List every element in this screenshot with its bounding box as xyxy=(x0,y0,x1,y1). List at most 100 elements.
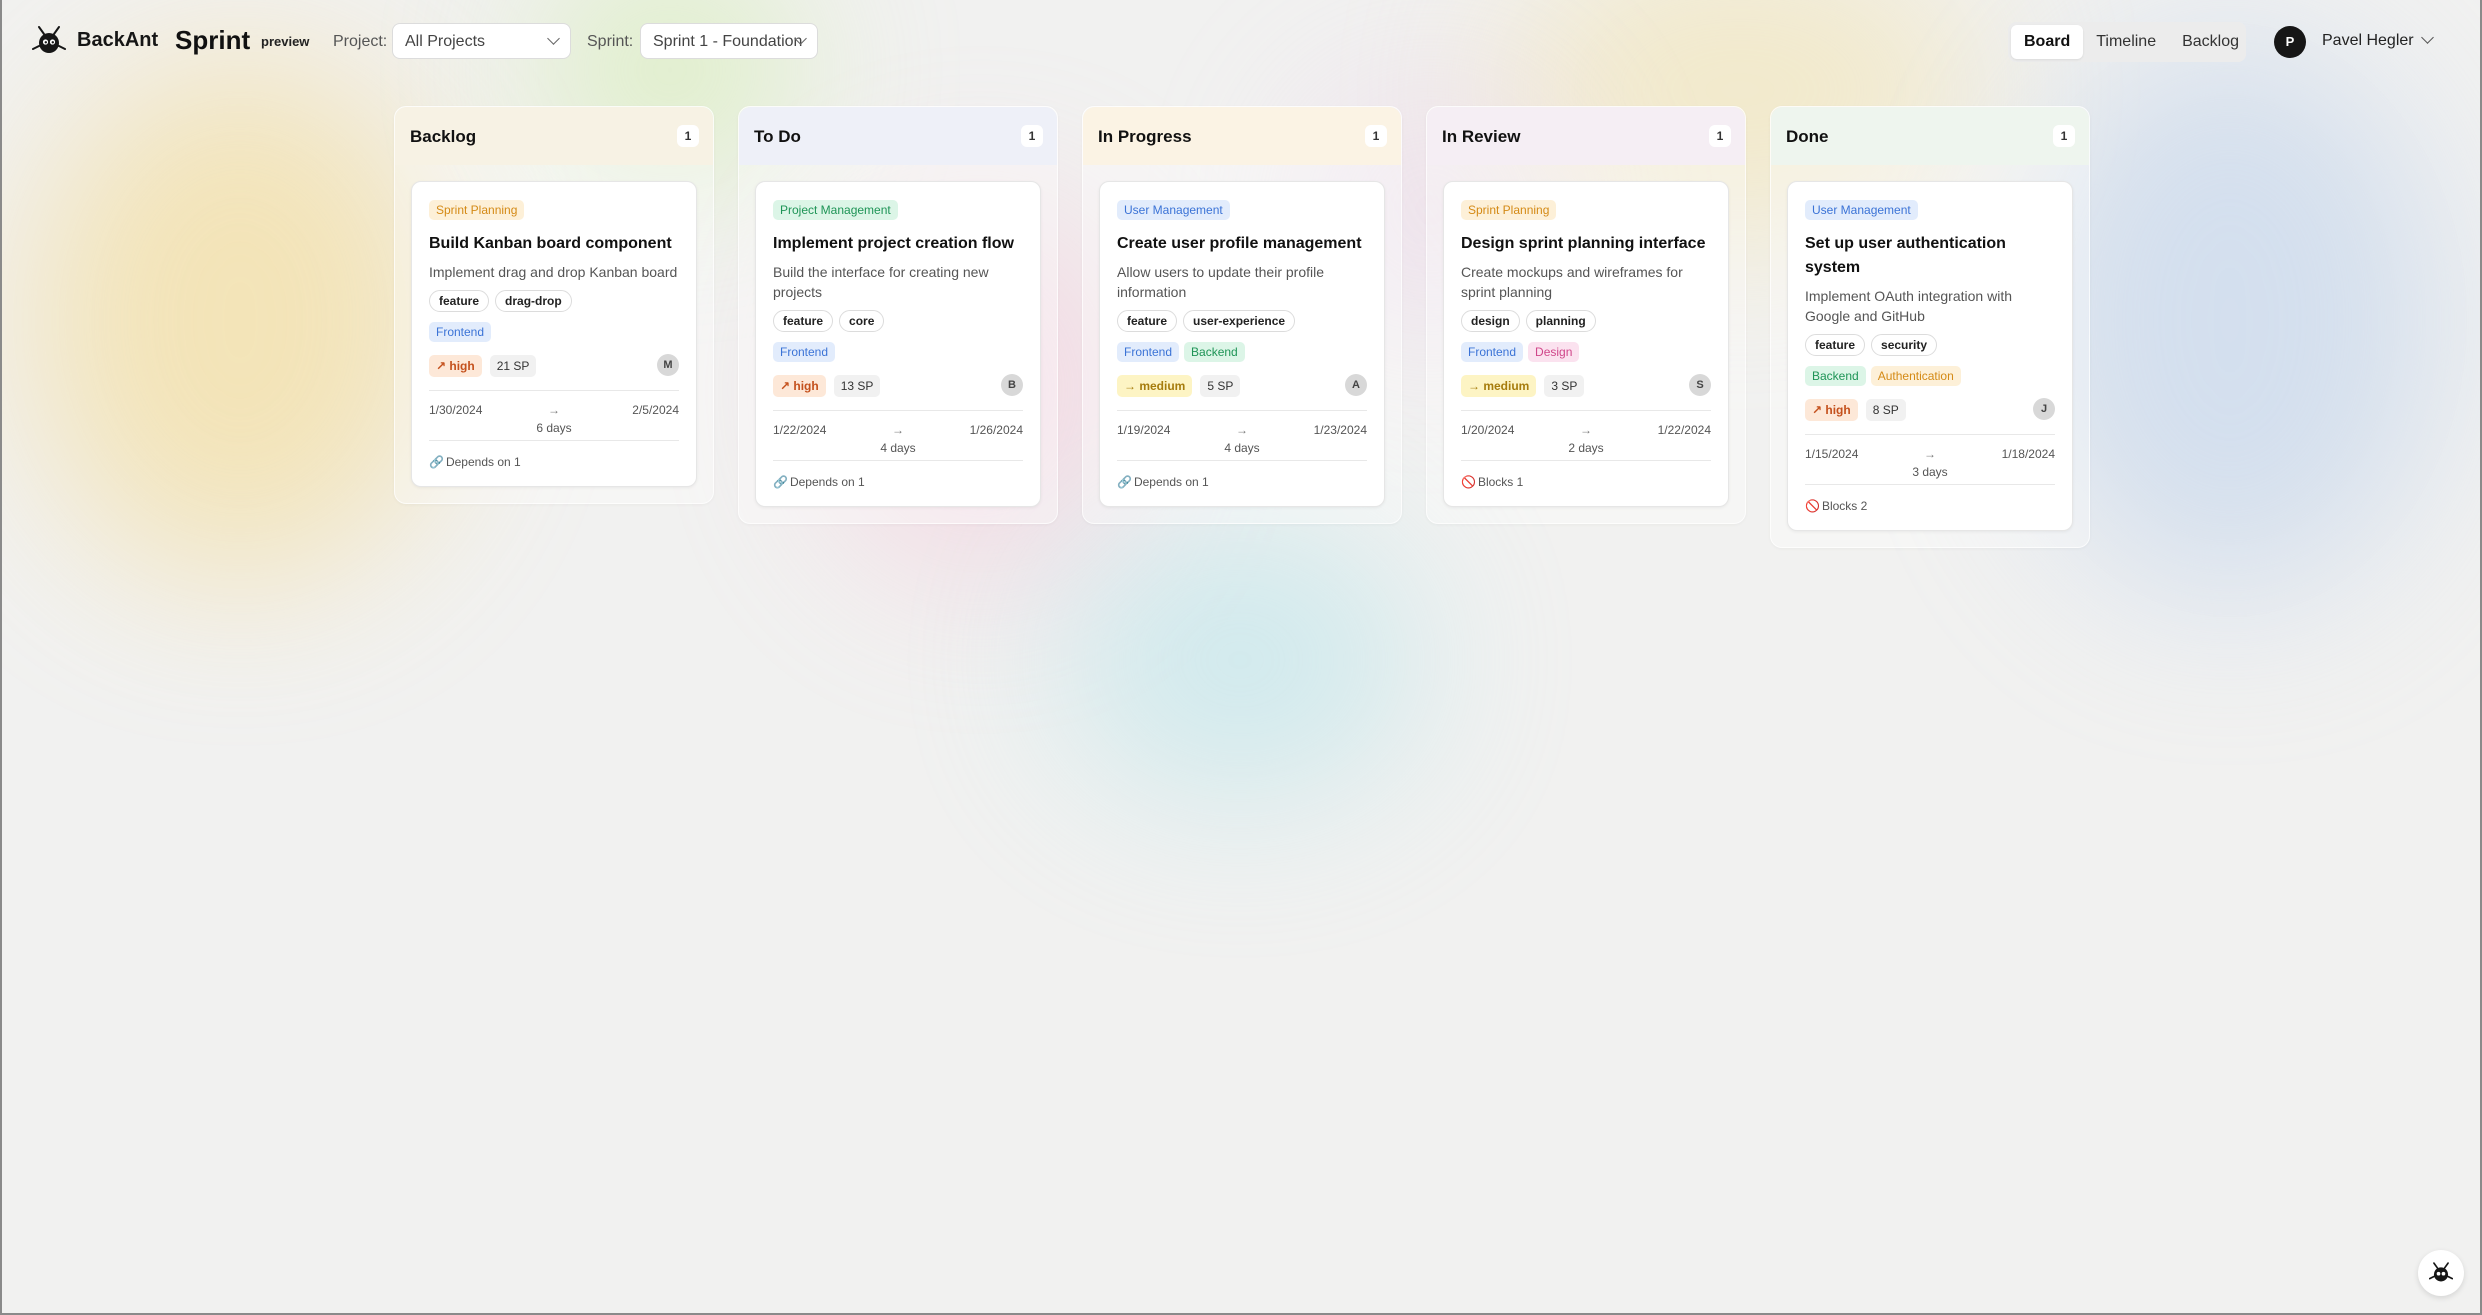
dependency-text: Blocks 2 xyxy=(1821,499,1868,513)
tag: planning xyxy=(1525,310,1596,332)
priority-badge: ↗ high xyxy=(1805,399,1858,421)
component-list: Frontend Design xyxy=(1461,342,1711,362)
task-meta: ↗ high 13 SP B xyxy=(773,374,1023,398)
component-badge: Design xyxy=(1528,342,1580,362)
project-select[interactable]: All Projects xyxy=(392,23,571,59)
task-card[interactable]: Project Management Implement project cre… xyxy=(755,181,1041,507)
brand-name[interactable]: BackAnt xyxy=(77,29,158,52)
help-assistant-button[interactable] xyxy=(2418,1250,2464,1296)
tag-list: feature user-experience xyxy=(1117,310,1367,332)
dependency-info[interactable]: 🔗 Depends on 1 xyxy=(1117,460,1367,492)
date-range: 1/20/2024 → 1/22/2024 2 days xyxy=(1461,410,1711,460)
task-card[interactable]: Sprint Planning Build Kanban board compo… xyxy=(411,181,697,487)
column-header: Done 1 xyxy=(1771,107,2089,165)
priority-badge: ↗ high xyxy=(429,355,482,377)
epic-badge: Sprint Planning xyxy=(1461,200,1557,220)
story-points-badge: 21 SP xyxy=(489,355,537,377)
tag-list: feature core xyxy=(773,310,1023,332)
column-header: Backlog 1 xyxy=(395,107,713,165)
column-title: To Do xyxy=(754,127,801,146)
tab-board[interactable]: Board xyxy=(2011,25,2084,59)
tag: user-experience xyxy=(1183,310,1296,332)
column-count-badge: 1 xyxy=(2053,125,2075,147)
column-header: To Do 1 xyxy=(739,107,1057,165)
tag: feature xyxy=(773,310,834,332)
user-avatar[interactable]: P xyxy=(2274,26,2306,58)
priority-badge: ↗ high xyxy=(773,375,826,397)
column-title: Done xyxy=(1786,127,1829,146)
component-list: Frontend xyxy=(429,322,679,342)
chevron-down-icon xyxy=(547,32,560,45)
dependency-info[interactable]: 🚫 Blocks 1 xyxy=(1461,460,1711,492)
tab-backlog[interactable]: Backlog xyxy=(2169,25,2252,59)
date-range: 1/19/2024 → 1/23/2024 4 days xyxy=(1117,410,1367,460)
priority-badge: → medium xyxy=(1461,375,1537,397)
link-icon: 🔗 xyxy=(1117,475,1132,489)
task-card[interactable]: Sprint Planning Design sprint planning i… xyxy=(1443,181,1729,507)
date-range: 1/30/2024 → 2/5/2024 6 days xyxy=(429,390,679,440)
app: BackAnt Sprint preview Project: All Proj… xyxy=(0,0,2482,1315)
board-column-to-do: To Do 1 Project Management Implement pro… xyxy=(738,106,1058,524)
dependency-text: Depends on 1 xyxy=(789,475,865,489)
date-range: 1/15/2024 → 1/18/2024 3 days xyxy=(1805,434,2055,484)
column-header: In Review 1 xyxy=(1427,107,1745,165)
sprint-label: Sprint: xyxy=(587,33,634,50)
component-badge: Backend xyxy=(1805,366,1866,386)
dependency-text: Blocks 1 xyxy=(1477,475,1524,489)
dependency-info[interactable]: 🔗 Depends on 1 xyxy=(429,440,679,472)
sprint-select-value: Sprint 1 - Foundation xyxy=(653,33,803,50)
page-title: Sprint xyxy=(175,25,251,55)
board-column-done: Done 1 User Management Set up user authe… xyxy=(1770,106,2090,548)
tag-list: feature drag-drop xyxy=(429,290,679,312)
component-badge: Frontend xyxy=(1117,342,1180,362)
column-title: Backlog xyxy=(410,127,477,146)
project-label: Project: xyxy=(333,33,388,50)
sprint-select[interactable]: Sprint 1 - Foundation xyxy=(640,23,818,59)
duration: 6 days xyxy=(536,421,572,435)
board-column-in-progress: In Progress 1 User Management Create use… xyxy=(1082,106,1402,524)
priority-badge: → medium xyxy=(1117,375,1193,397)
task-description: Create mockups and wireframes for sprint… xyxy=(1461,264,1683,300)
epic-badge: Sprint Planning xyxy=(429,200,525,220)
task-description: Allow users to update their profile info… xyxy=(1117,264,1324,300)
duration: 3 days xyxy=(1912,465,1948,479)
tag: feature xyxy=(1805,334,1866,356)
task-card[interactable]: User Management Create user profile mana… xyxy=(1099,181,1385,507)
story-points-badge: 5 SP xyxy=(1200,375,1241,397)
board-column-in-review: In Review 1 Sprint Planning Design sprin… xyxy=(1426,106,1746,524)
column-title: In Progress xyxy=(1098,127,1192,146)
component-badge: Frontend xyxy=(429,322,492,342)
link-icon: 🔗 xyxy=(773,475,788,489)
assignee-avatar[interactable]: S xyxy=(1689,374,1711,396)
end-date: 2/5/2024 xyxy=(632,403,679,417)
assignee-avatar[interactable]: A xyxy=(1345,374,1367,396)
duration: 2 days xyxy=(1568,441,1604,455)
chevron-down-icon[interactable] xyxy=(2421,31,2434,44)
task-card[interactable]: User Management Set up user authenticati… xyxy=(1787,181,2073,531)
component-list: Frontend Backend xyxy=(1117,342,1367,362)
link-icon: 🔗 xyxy=(429,455,444,469)
epic-badge: Project Management xyxy=(773,200,898,220)
assignee-avatar[interactable]: J xyxy=(2033,398,2055,420)
ant-logo-icon[interactable] xyxy=(32,24,66,58)
story-points-badge: 13 SP xyxy=(833,375,881,397)
assignee-avatar[interactable]: M xyxy=(657,354,679,376)
task-description: Implement OAuth integration with Google … xyxy=(1805,288,2012,324)
dependency-info[interactable]: 🚫 Blocks 2 xyxy=(1805,484,2055,516)
preview-badge: preview xyxy=(261,34,310,49)
tab-timeline[interactable]: Timeline xyxy=(2083,25,2169,59)
end-date: 1/26/2024 xyxy=(969,423,1023,437)
tag: security xyxy=(1871,334,1938,356)
column-count-badge: 1 xyxy=(1709,125,1731,147)
assignee-avatar[interactable]: B xyxy=(1001,374,1023,396)
tag: feature xyxy=(1117,310,1178,332)
column-count-badge: 1 xyxy=(677,125,699,147)
end-date: 1/23/2024 xyxy=(1313,423,1367,437)
column-count-badge: 1 xyxy=(1365,125,1387,147)
dependency-info[interactable]: 🔗 Depends on 1 xyxy=(773,460,1023,492)
column-title: In Review xyxy=(1442,127,1521,146)
tag: design xyxy=(1461,310,1520,332)
task-meta: → medium 3 SP S xyxy=(1461,374,1711,398)
user-name[interactable]: Pavel Hegler xyxy=(2322,32,2414,50)
task-title: Build Kanban board component xyxy=(429,235,672,252)
